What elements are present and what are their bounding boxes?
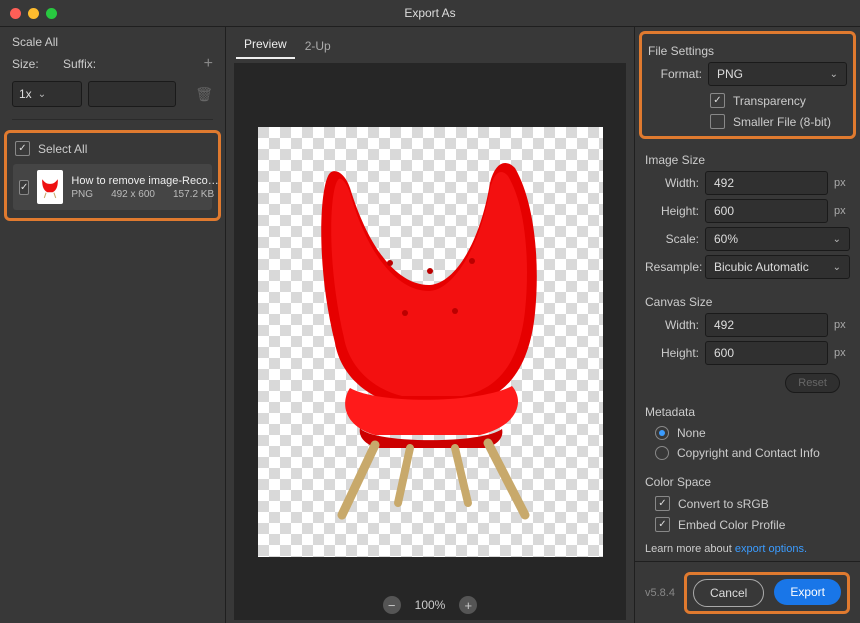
- center-panel: Preview 2-Up: [226, 27, 634, 623]
- scale-all-heading: Scale All: [12, 35, 213, 49]
- img-height-label: Height:: [645, 204, 699, 218]
- img-width-input[interactable]: 492: [705, 171, 828, 195]
- chevron-down-icon: ⌄: [833, 234, 841, 245]
- canvas-size-section: Canvas Size Width: 492 px Height: 600 px…: [635, 285, 860, 395]
- file-settings-highlight: File Settings Format: PNG ⌄ Transparency…: [639, 31, 856, 139]
- asset-thumbnail: [37, 170, 63, 204]
- suffix-input[interactable]: [88, 81, 176, 107]
- size-value: 1x: [19, 87, 32, 101]
- chevron-down-icon: ⌄: [830, 69, 838, 80]
- reset-button[interactable]: Reset: [785, 373, 840, 393]
- zoom-out-button[interactable]: −: [383, 596, 401, 614]
- metadata-title: Metadata: [645, 405, 850, 419]
- metadata-none-radio[interactable]: [655, 426, 669, 440]
- suffix-label: Suffix:: [63, 57, 123, 71]
- file-settings-title: File Settings: [648, 44, 847, 58]
- unit-px: px: [834, 205, 850, 217]
- canvas-size-title: Canvas Size: [645, 295, 850, 309]
- asset-checkbox[interactable]: [19, 180, 29, 195]
- color-space-section: Color Space Convert to sRGB Embed Color …: [635, 465, 860, 537]
- zoom-percent: 100%: [415, 598, 446, 612]
- asset-dimensions: 492 x 600: [111, 189, 155, 200]
- img-width-label: Width:: [645, 176, 699, 190]
- smaller-file-checkbox[interactable]: [710, 114, 725, 129]
- learn-more: Learn more about export options.: [635, 537, 860, 561]
- color-space-title: Color Space: [645, 475, 850, 489]
- image-size-section: Image Size Width: 492 px Height: 600 px …: [635, 143, 860, 285]
- cv-width-label: Width:: [645, 318, 699, 332]
- right-panel: File Settings Format: PNG ⌄ Transparency…: [634, 27, 860, 623]
- footer-buttons-highlight: Cancel Export: [684, 572, 850, 614]
- chair-icon: [37, 174, 63, 200]
- cv-height-input[interactable]: 600: [705, 341, 828, 365]
- scale-select[interactable]: 60% ⌄: [705, 227, 850, 251]
- preview-canvas[interactable]: [258, 127, 603, 557]
- asset-format: PNG: [71, 189, 93, 200]
- embed-profile-checkbox[interactable]: [655, 517, 670, 532]
- metadata-contact-label: Copyright and Contact Info: [677, 446, 820, 460]
- metadata-none-label: None: [677, 426, 706, 440]
- zoom-in-button[interactable]: +: [459, 596, 477, 614]
- assets-highlight-group: Select All How to remove image-Recovered…: [4, 130, 221, 221]
- scale-label: Scale:: [645, 232, 699, 246]
- version-label: v5.8.4: [645, 587, 675, 599]
- preview-image: [280, 143, 580, 523]
- preview-tabs: Preview 2-Up: [226, 27, 634, 59]
- cv-width-input[interactable]: 492: [705, 313, 828, 337]
- asset-filesize: 157.2 KB: [173, 189, 214, 200]
- metadata-contact-radio[interactable]: [655, 446, 669, 460]
- metadata-section: Metadata None Copyright and Contact Info: [635, 395, 860, 465]
- format-value: PNG: [717, 67, 743, 81]
- export-button[interactable]: Export: [774, 579, 841, 605]
- image-size-title: Image Size: [645, 153, 850, 167]
- unit-px: px: [834, 347, 850, 359]
- chevron-down-icon: ⌄: [833, 262, 841, 273]
- img-height-input[interactable]: 600: [705, 199, 828, 223]
- transparency-checkbox[interactable]: [710, 93, 725, 108]
- smaller-file-label: Smaller File (8-bit): [733, 115, 831, 129]
- convert-srgb-label: Convert to sRGB: [678, 497, 769, 511]
- format-label: Format:: [648, 67, 702, 81]
- export-options-link[interactable]: export options.: [735, 543, 807, 555]
- size-label: Size:: [12, 57, 57, 71]
- tab-two-up[interactable]: 2-Up: [297, 35, 339, 59]
- format-select[interactable]: PNG ⌄: [708, 62, 847, 86]
- select-all-checkbox[interactable]: [15, 141, 30, 156]
- add-size-button[interactable]: +: [204, 55, 213, 73]
- size-select[interactable]: 1x ⌄: [12, 81, 82, 107]
- zoom-controls: − 100% +: [234, 596, 626, 614]
- resample-label: Resample:: [645, 260, 699, 274]
- convert-srgb-checkbox[interactable]: [655, 496, 670, 511]
- unit-px: px: [834, 319, 850, 331]
- scale-all-section: Scale All Size: Suffix: + 1x ⌄ 🗑: [0, 27, 225, 120]
- resample-select[interactable]: Bicubic Automatic ⌄: [705, 255, 850, 279]
- left-panel: Scale All Size: Suffix: + 1x ⌄ 🗑 Select …: [0, 27, 226, 623]
- asset-meta: How to remove image-Recovered PNG 492 x …: [71, 175, 221, 200]
- select-all-label: Select All: [38, 142, 87, 156]
- embed-profile-label: Embed Color Profile: [678, 518, 785, 532]
- chevron-down-icon: ⌄: [38, 89, 46, 100]
- footer: v5.8.4 Cancel Export: [635, 561, 860, 623]
- asset-row[interactable]: How to remove image-Recovered PNG 492 x …: [13, 164, 212, 210]
- transparency-label: Transparency: [733, 94, 806, 108]
- cancel-button[interactable]: Cancel: [693, 579, 764, 607]
- unit-px: px: [834, 177, 850, 189]
- trash-icon[interactable]: 🗑: [195, 86, 213, 103]
- preview-area: − 100% +: [234, 63, 626, 620]
- tab-preview[interactable]: Preview: [236, 33, 295, 59]
- asset-name: How to remove image-Recovered: [71, 175, 221, 187]
- cv-height-label: Height:: [645, 346, 699, 360]
- window-titlebar: Export As: [0, 0, 860, 27]
- window-title: Export As: [0, 6, 860, 20]
